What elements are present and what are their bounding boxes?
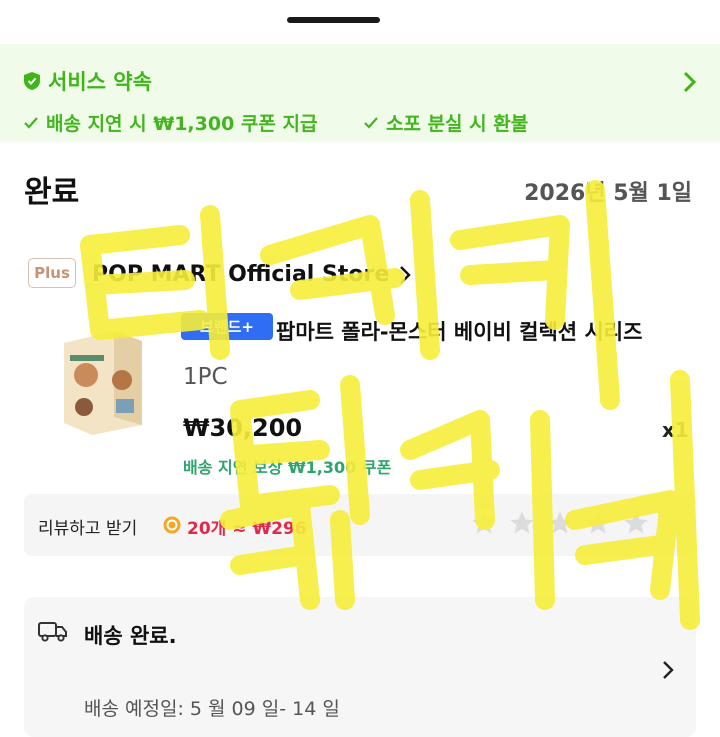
plus-badge: Plus xyxy=(28,258,76,288)
service-promise-header[interactable]: 서비스 약속 xyxy=(24,66,152,96)
star-rating[interactable] xyxy=(470,509,650,537)
star-icon[interactable] xyxy=(546,509,574,537)
order-date: 2026년 5월 1일 xyxy=(524,181,692,206)
service-promise-title: 서비스 약속 xyxy=(48,70,152,94)
estimated-delivery-date: 배송 예정일: 5 월 09 일- 14 일 xyxy=(84,698,340,720)
review-label: 리뷰하고 받기 xyxy=(38,519,138,539)
product-quantity: x1 xyxy=(662,418,689,442)
promise-item-delay-coupon: 배송 지연 시 ₩1,300 쿠폰 지급 xyxy=(24,109,317,136)
star-icon[interactable] xyxy=(470,509,498,537)
check-icon xyxy=(24,116,38,129)
delay-compensation-note: 배송 지연 보상 ₩1,300 쿠폰 xyxy=(183,458,392,477)
promise-label: 배송 지연 시 ₩1,300 쿠폰 지급 xyxy=(46,113,318,135)
product-name[interactable]: 팝마트 폴라-몬스터 베이비 컬렉션 시리즈 xyxy=(276,316,686,346)
check-icon xyxy=(364,116,378,129)
product-thumbnail[interactable] xyxy=(56,325,146,437)
promise-label: 소포 분실 시 환불 xyxy=(386,113,529,135)
shield-check-icon xyxy=(24,72,40,90)
promise-item-lost-refund: 소포 분실 시 환불 xyxy=(364,109,528,136)
coin-icon xyxy=(163,516,181,534)
chevron-right-icon[interactable] xyxy=(662,660,674,680)
store-name: POP MART Official Store xyxy=(92,262,390,287)
home-indicator xyxy=(287,17,380,23)
chevron-right-icon xyxy=(400,265,411,284)
order-status: 완료 xyxy=(24,175,80,210)
product-price: ₩30,200 xyxy=(183,414,303,442)
store-link[interactable]: POP MART Official Store xyxy=(92,262,411,287)
review-reward-amount: 20개 ≈ ₩296 xyxy=(187,519,307,539)
star-icon[interactable] xyxy=(584,509,612,537)
star-icon[interactable] xyxy=(508,509,536,537)
shipping-status-title: 배송 완료. xyxy=(84,624,177,648)
truck-icon xyxy=(38,622,67,642)
chevron-right-icon[interactable] xyxy=(680,70,700,94)
star-icon[interactable] xyxy=(622,509,650,537)
brand-plus-badge: 브랜드+ xyxy=(181,313,273,340)
product-option: 1PC xyxy=(183,364,228,390)
